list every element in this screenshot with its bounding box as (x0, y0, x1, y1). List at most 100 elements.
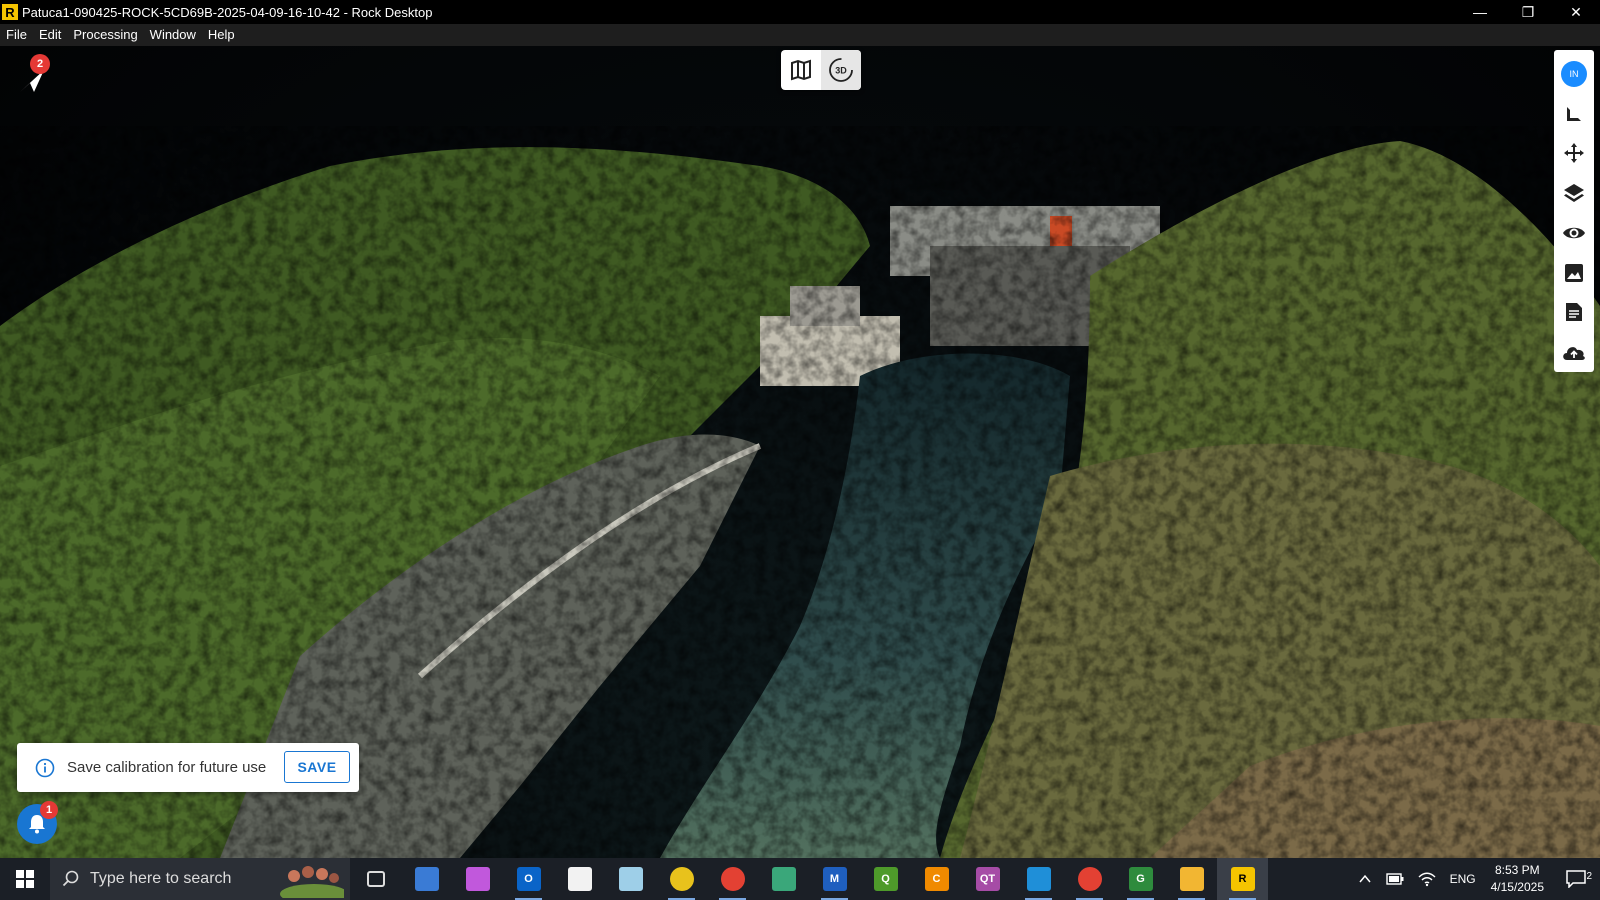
info-icon (35, 758, 55, 777)
taskbar-app-copilot[interactable] (452, 858, 503, 900)
search-placeholder: Type here to search (90, 870, 232, 887)
save-calibration-button[interactable]: SAVE (284, 751, 350, 783)
system-tray: ENG 8:53 PM 4/15/2025 2 (1351, 858, 1600, 900)
map-icon (791, 59, 811, 81)
taskbar-app-chrome[interactable] (707, 858, 758, 900)
taskbar-apps: O M Q C QT G R (350, 858, 1268, 900)
send-badge: 2 (30, 54, 50, 74)
search-highlight-image (280, 866, 344, 898)
taskbar-app-outlook[interactable]: O (503, 858, 554, 900)
menu-processing[interactable]: Processing (67, 24, 143, 46)
image-icon (1565, 263, 1583, 282)
taskbar-app-task-view[interactable] (350, 858, 401, 900)
chrome-icon (720, 867, 745, 891)
clock[interactable]: 8:53 PM 4/15/2025 (1483, 862, 1552, 896)
language-indicator[interactable]: ENG (1443, 872, 1483, 886)
maximize-button[interactable]: ❐ (1504, 0, 1552, 24)
taskbar-app-sketch[interactable] (656, 858, 707, 900)
map-view-button[interactable] (781, 50, 821, 90)
visibility-icon (1563, 227, 1585, 239)
view-toggle: 3D (781, 50, 861, 90)
wifi-button[interactable] (1411, 871, 1443, 887)
action-center-badge: 2 (1586, 871, 1592, 882)
sketch-icon (669, 867, 694, 891)
clock-time: 8:53 PM (1494, 863, 1540, 877)
3d-label: 3D (835, 66, 847, 76)
taskbar-app-maple[interactable]: M (809, 858, 860, 900)
move-icon (1564, 143, 1584, 164)
taskbar-app-notes[interactable] (605, 858, 656, 900)
menu-window[interactable]: Window (144, 24, 202, 46)
start-button[interactable] (0, 858, 50, 900)
windows-icon (16, 870, 34, 888)
maple-icon: M (822, 867, 847, 891)
taskbar: Type here to search O M Q C QT G R ENG 8:53 PM… (0, 858, 1600, 900)
toast-message: Save calibration for future use (67, 759, 267, 776)
image-button[interactable] (1554, 253, 1594, 293)
user-avatar-button[interactable]: IN (1554, 54, 1594, 94)
notifications-button[interactable]: 1 (17, 801, 58, 844)
point-cloud-viewport[interactable]: 2 3D IN Save calibration for future use … (0, 46, 1600, 858)
taskbar-app-file[interactable] (554, 858, 605, 900)
report-icon (1566, 303, 1582, 322)
c-app-icon: C (924, 867, 949, 891)
measure-icon (1567, 106, 1581, 121)
taskbar-app-c-app[interactable]: C (911, 858, 962, 900)
menu-file[interactable]: File (0, 24, 33, 46)
cloud-upload-button[interactable] (1554, 332, 1594, 372)
right-toolbar: IN (1554, 50, 1594, 372)
3d-rotate-icon: 3D (829, 58, 853, 82)
taskbar-app-green-app[interactable]: G (1115, 858, 1166, 900)
taskbar-app-download-app[interactable] (1013, 858, 1064, 900)
visibility-button[interactable] (1554, 213, 1594, 253)
menu-edit[interactable]: Edit (33, 24, 67, 46)
chrome-2-icon (1077, 867, 1102, 891)
mail-icon (771, 867, 796, 891)
action-center-button[interactable]: 2 (1552, 870, 1600, 888)
report-button[interactable] (1554, 293, 1594, 333)
outlook-icon: O (516, 867, 541, 891)
window-controls: — ❐ ✕ (1456, 0, 1600, 24)
send-button[interactable]: 2 (16, 54, 50, 96)
app-logo: R (2, 4, 18, 20)
search-icon (62, 870, 79, 887)
tray-overflow-button[interactable] (1351, 872, 1379, 886)
3d-view-button[interactable]: 3D (821, 50, 861, 90)
remote-desktop-icon (414, 867, 439, 891)
taskbar-search[interactable]: Type here to search (50, 858, 350, 900)
qgis-icon: Q (873, 867, 898, 891)
battery-button[interactable] (1379, 873, 1411, 885)
calibration-toast: Save calibration for future use SAVE (17, 743, 359, 792)
battery-icon (1385, 873, 1404, 885)
rock-app-icon: R (1230, 867, 1255, 891)
taskbar-app-explorer[interactable] (1166, 858, 1217, 900)
taskbar-app-qt-app[interactable]: QT (962, 858, 1013, 900)
green-app-icon: G (1128, 867, 1153, 891)
taskbar-app-chrome-2[interactable] (1064, 858, 1115, 900)
layers-icon (1564, 184, 1584, 203)
layers-button[interactable] (1554, 173, 1594, 213)
avatar: IN (1561, 60, 1587, 87)
move-button[interactable] (1554, 134, 1594, 174)
taskbar-app-remote-desktop[interactable] (401, 858, 452, 900)
close-button[interactable]: ✕ (1552, 0, 1600, 24)
menu-help[interactable]: Help (202, 24, 241, 46)
taskbar-app-mail[interactable] (758, 858, 809, 900)
taskbar-app-rock-app[interactable]: R (1217, 858, 1268, 900)
wifi-icon (1418, 872, 1436, 887)
message-icon (1566, 870, 1586, 888)
task-view-icon (366, 871, 385, 887)
window-title: Patuca1-090425-ROCK-5CD69B-2025-04-09-16… (22, 4, 433, 20)
file-icon (567, 867, 592, 891)
notes-icon (618, 867, 643, 891)
taskbar-app-qgis[interactable]: Q (860, 858, 911, 900)
explorer-icon (1179, 867, 1204, 891)
measure-button[interactable] (1554, 94, 1594, 134)
qt-app-icon: QT (975, 867, 1000, 891)
cloud-upload-icon (1563, 347, 1585, 361)
download-app-icon (1026, 867, 1051, 891)
chevron-up-icon (1359, 874, 1371, 883)
copilot-icon (465, 867, 490, 891)
title-bar: R Patuca1-090425-ROCK-5CD69B-2025-04-09-… (0, 0, 1600, 24)
minimize-button[interactable]: — (1456, 0, 1504, 24)
